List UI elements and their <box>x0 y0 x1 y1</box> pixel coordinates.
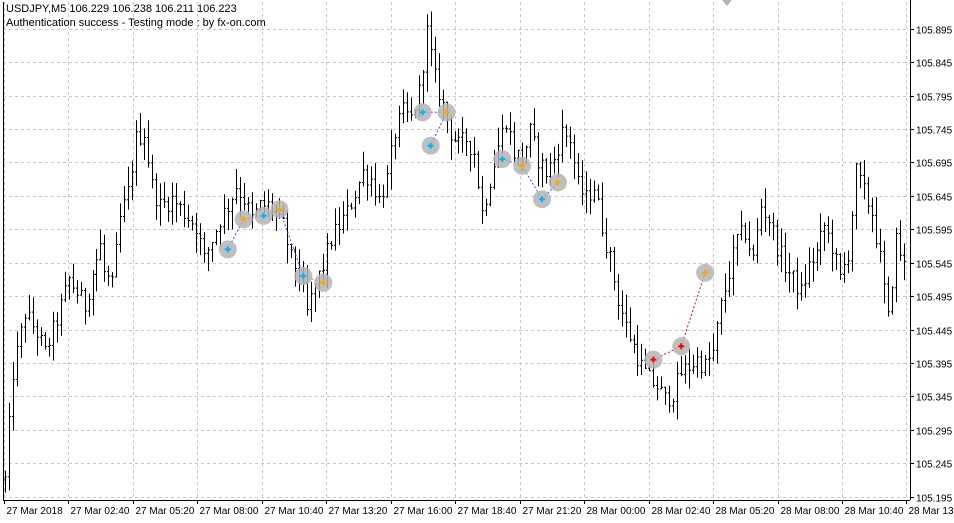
price-tick-label: 105.345 <box>916 393 953 404</box>
price-tick-label: 105.495 <box>916 293 953 304</box>
time-tick-label: 28 Mar 08:00 <box>781 506 840 517</box>
price-tick-label: 105.295 <box>916 427 953 438</box>
time-tick-label: 27 Mar 08:00 <box>200 506 259 517</box>
price-tick-label: 105.195 <box>916 494 953 505</box>
price-tick-label: 105.745 <box>916 126 953 137</box>
time-tick-label: 28 Mar 05:20 <box>716 506 775 517</box>
ea-status-label: Authentication success - Testing mode : … <box>6 17 266 29</box>
time-tick-label: 27 Mar 2018 <box>7 506 64 517</box>
chart-window[interactable]: 105.895 105.845 105.795 105.745 105.695 105.6… <box>0 0 954 523</box>
price-tick-label: 105.695 <box>916 159 953 170</box>
price-tick-label: 105.845 <box>916 59 953 70</box>
price-tick-label: 105.595 <box>916 226 953 237</box>
time-tick-label: 27 Mar 10:40 <box>265 506 324 517</box>
time-tick-label: 28 Mar 13:20 <box>909 506 954 517</box>
price-tick-label: 105.795 <box>916 93 953 104</box>
time-tick-label: 28 Mar 10:40 <box>845 506 904 517</box>
price-tick-label: 105.645 <box>916 193 953 204</box>
time-tick-label: 28 Mar 02:40 <box>652 506 711 517</box>
symbol-info-label: USDJPY,M5 106.229 106.238 106.211 106.22… <box>6 3 237 15</box>
time-scale[interactable]: 27 Mar 2018 27 Mar 02:40 27 Mar 05:20 27 Ma… <box>7 506 954 517</box>
time-tick-label: 27 Mar 16:00 <box>394 506 453 517</box>
time-tick-label: 27 Mar 02:40 <box>71 506 130 517</box>
price-tick-label: 105.395 <box>916 360 953 371</box>
time-tick-label: 27 Mar 05:20 <box>136 506 195 517</box>
price-tick-label: 105.545 <box>916 260 953 271</box>
time-tick-label: 27 Mar 18:40 <box>458 506 517 517</box>
price-tick-label: 105.895 <box>916 26 953 37</box>
price-tick-label: 105.245 <box>916 460 953 471</box>
time-tick-label: 28 Mar 00:00 <box>587 506 646 517</box>
time-tick-label: 27 Mar 21:20 <box>523 506 582 517</box>
price-chart[interactable]: 105.895 105.845 105.795 105.745 105.695 105.6… <box>0 0 954 523</box>
price-tick-label: 105.445 <box>916 327 953 338</box>
price-scale[interactable]: 105.895 105.845 105.795 105.745 105.695 105.6… <box>916 26 953 505</box>
time-tick-label: 27 Mar 13:20 <box>329 506 388 517</box>
